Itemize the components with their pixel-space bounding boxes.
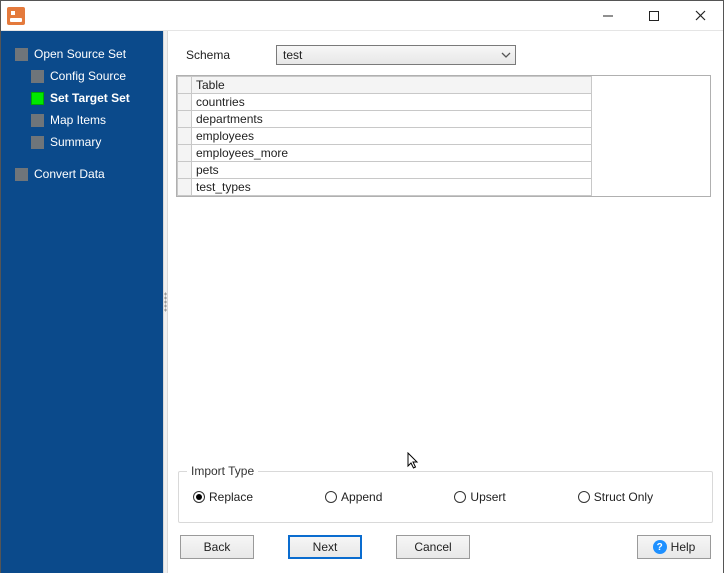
step-label: Set Target Set xyxy=(50,91,130,105)
row-header xyxy=(178,111,192,128)
step-set-target-set[interactable]: Set Target Set xyxy=(1,87,163,109)
table-row[interactable]: departments xyxy=(178,111,592,128)
step-marker-icon xyxy=(15,168,28,181)
help-button[interactable]: ? Help xyxy=(637,535,711,559)
table-row[interactable]: test_types xyxy=(178,179,592,196)
radio-icon xyxy=(193,491,205,503)
corner-cell xyxy=(178,77,192,94)
next-button[interactable]: Next xyxy=(288,535,362,559)
back-button[interactable]: Back xyxy=(180,535,254,559)
radio-label: Struct Only xyxy=(594,490,653,504)
radio-label: Upsert xyxy=(470,490,505,504)
column-header-table[interactable]: Table xyxy=(192,77,592,94)
radio-label: Append xyxy=(341,490,382,504)
step-marker-active-icon xyxy=(31,92,44,105)
main-panel: Schema test Table countries departments … xyxy=(168,31,723,573)
step-map-items[interactable]: Map Items xyxy=(1,109,163,131)
mouse-cursor-icon xyxy=(407,452,421,470)
radio-replace[interactable]: Replace xyxy=(193,490,253,504)
table-row[interactable]: pets xyxy=(178,162,592,179)
table-cell: test_types xyxy=(192,179,592,196)
schema-label: Schema xyxy=(186,48,276,62)
cancel-button[interactable]: Cancel xyxy=(396,535,470,559)
radio-label: Replace xyxy=(209,490,253,504)
step-label: Map Items xyxy=(50,113,106,127)
step-summary[interactable]: Summary xyxy=(1,131,163,153)
titlebar xyxy=(1,1,723,31)
table-row[interactable]: employees xyxy=(178,128,592,145)
radio-struct-only[interactable]: Struct Only xyxy=(578,490,653,504)
step-marker-icon xyxy=(31,114,44,127)
step-label: Convert Data xyxy=(34,167,105,181)
step-label: Summary xyxy=(50,135,101,149)
import-type-group: Import Type Replace Append Upsert Struct… xyxy=(178,471,713,523)
step-marker-icon xyxy=(31,136,44,149)
row-header xyxy=(178,162,192,179)
minimize-button[interactable] xyxy=(585,1,631,31)
schema-value: test xyxy=(283,48,302,62)
table-row[interactable]: countries xyxy=(178,94,592,111)
import-type-legend: Import Type xyxy=(187,464,258,478)
step-marker-icon xyxy=(31,70,44,83)
row-header xyxy=(178,145,192,162)
wizard-buttons: Back Next Cancel ? Help xyxy=(168,523,723,573)
schema-select[interactable]: test xyxy=(276,45,516,65)
maximize-button[interactable] xyxy=(631,1,677,31)
step-config-source[interactable]: Config Source xyxy=(1,65,163,87)
step-marker-icon xyxy=(15,48,28,61)
table-cell: countries xyxy=(192,94,592,111)
table-row[interactable]: employees_more xyxy=(178,145,592,162)
close-button[interactable] xyxy=(677,1,723,31)
table-cell: employees xyxy=(192,128,592,145)
step-convert-data[interactable]: Convert Data xyxy=(1,163,163,185)
step-label: Open Source Set xyxy=(34,47,126,61)
step-label: Config Source xyxy=(50,69,126,83)
tables-grid[interactable]: Table countries departments employees em… xyxy=(176,75,711,197)
app-icon xyxy=(7,7,25,25)
window-controls xyxy=(585,1,723,31)
row-header xyxy=(178,94,192,111)
radio-icon xyxy=(454,491,466,503)
table-cell: departments xyxy=(192,111,592,128)
chevron-down-icon xyxy=(501,49,511,63)
radio-upsert[interactable]: Upsert xyxy=(454,490,505,504)
radio-append[interactable]: Append xyxy=(325,490,382,504)
wizard-sidebar: Open Source Set Config Source Set Target… xyxy=(1,31,163,573)
step-open-source-set[interactable]: Open Source Set xyxy=(1,43,163,65)
radio-icon xyxy=(325,491,337,503)
table-cell: pets xyxy=(192,162,592,179)
row-header xyxy=(178,179,192,196)
table-cell: employees_more xyxy=(192,145,592,162)
splitter-grip-icon xyxy=(164,292,167,312)
row-header xyxy=(178,128,192,145)
radio-icon xyxy=(578,491,590,503)
help-icon: ? xyxy=(653,540,667,554)
